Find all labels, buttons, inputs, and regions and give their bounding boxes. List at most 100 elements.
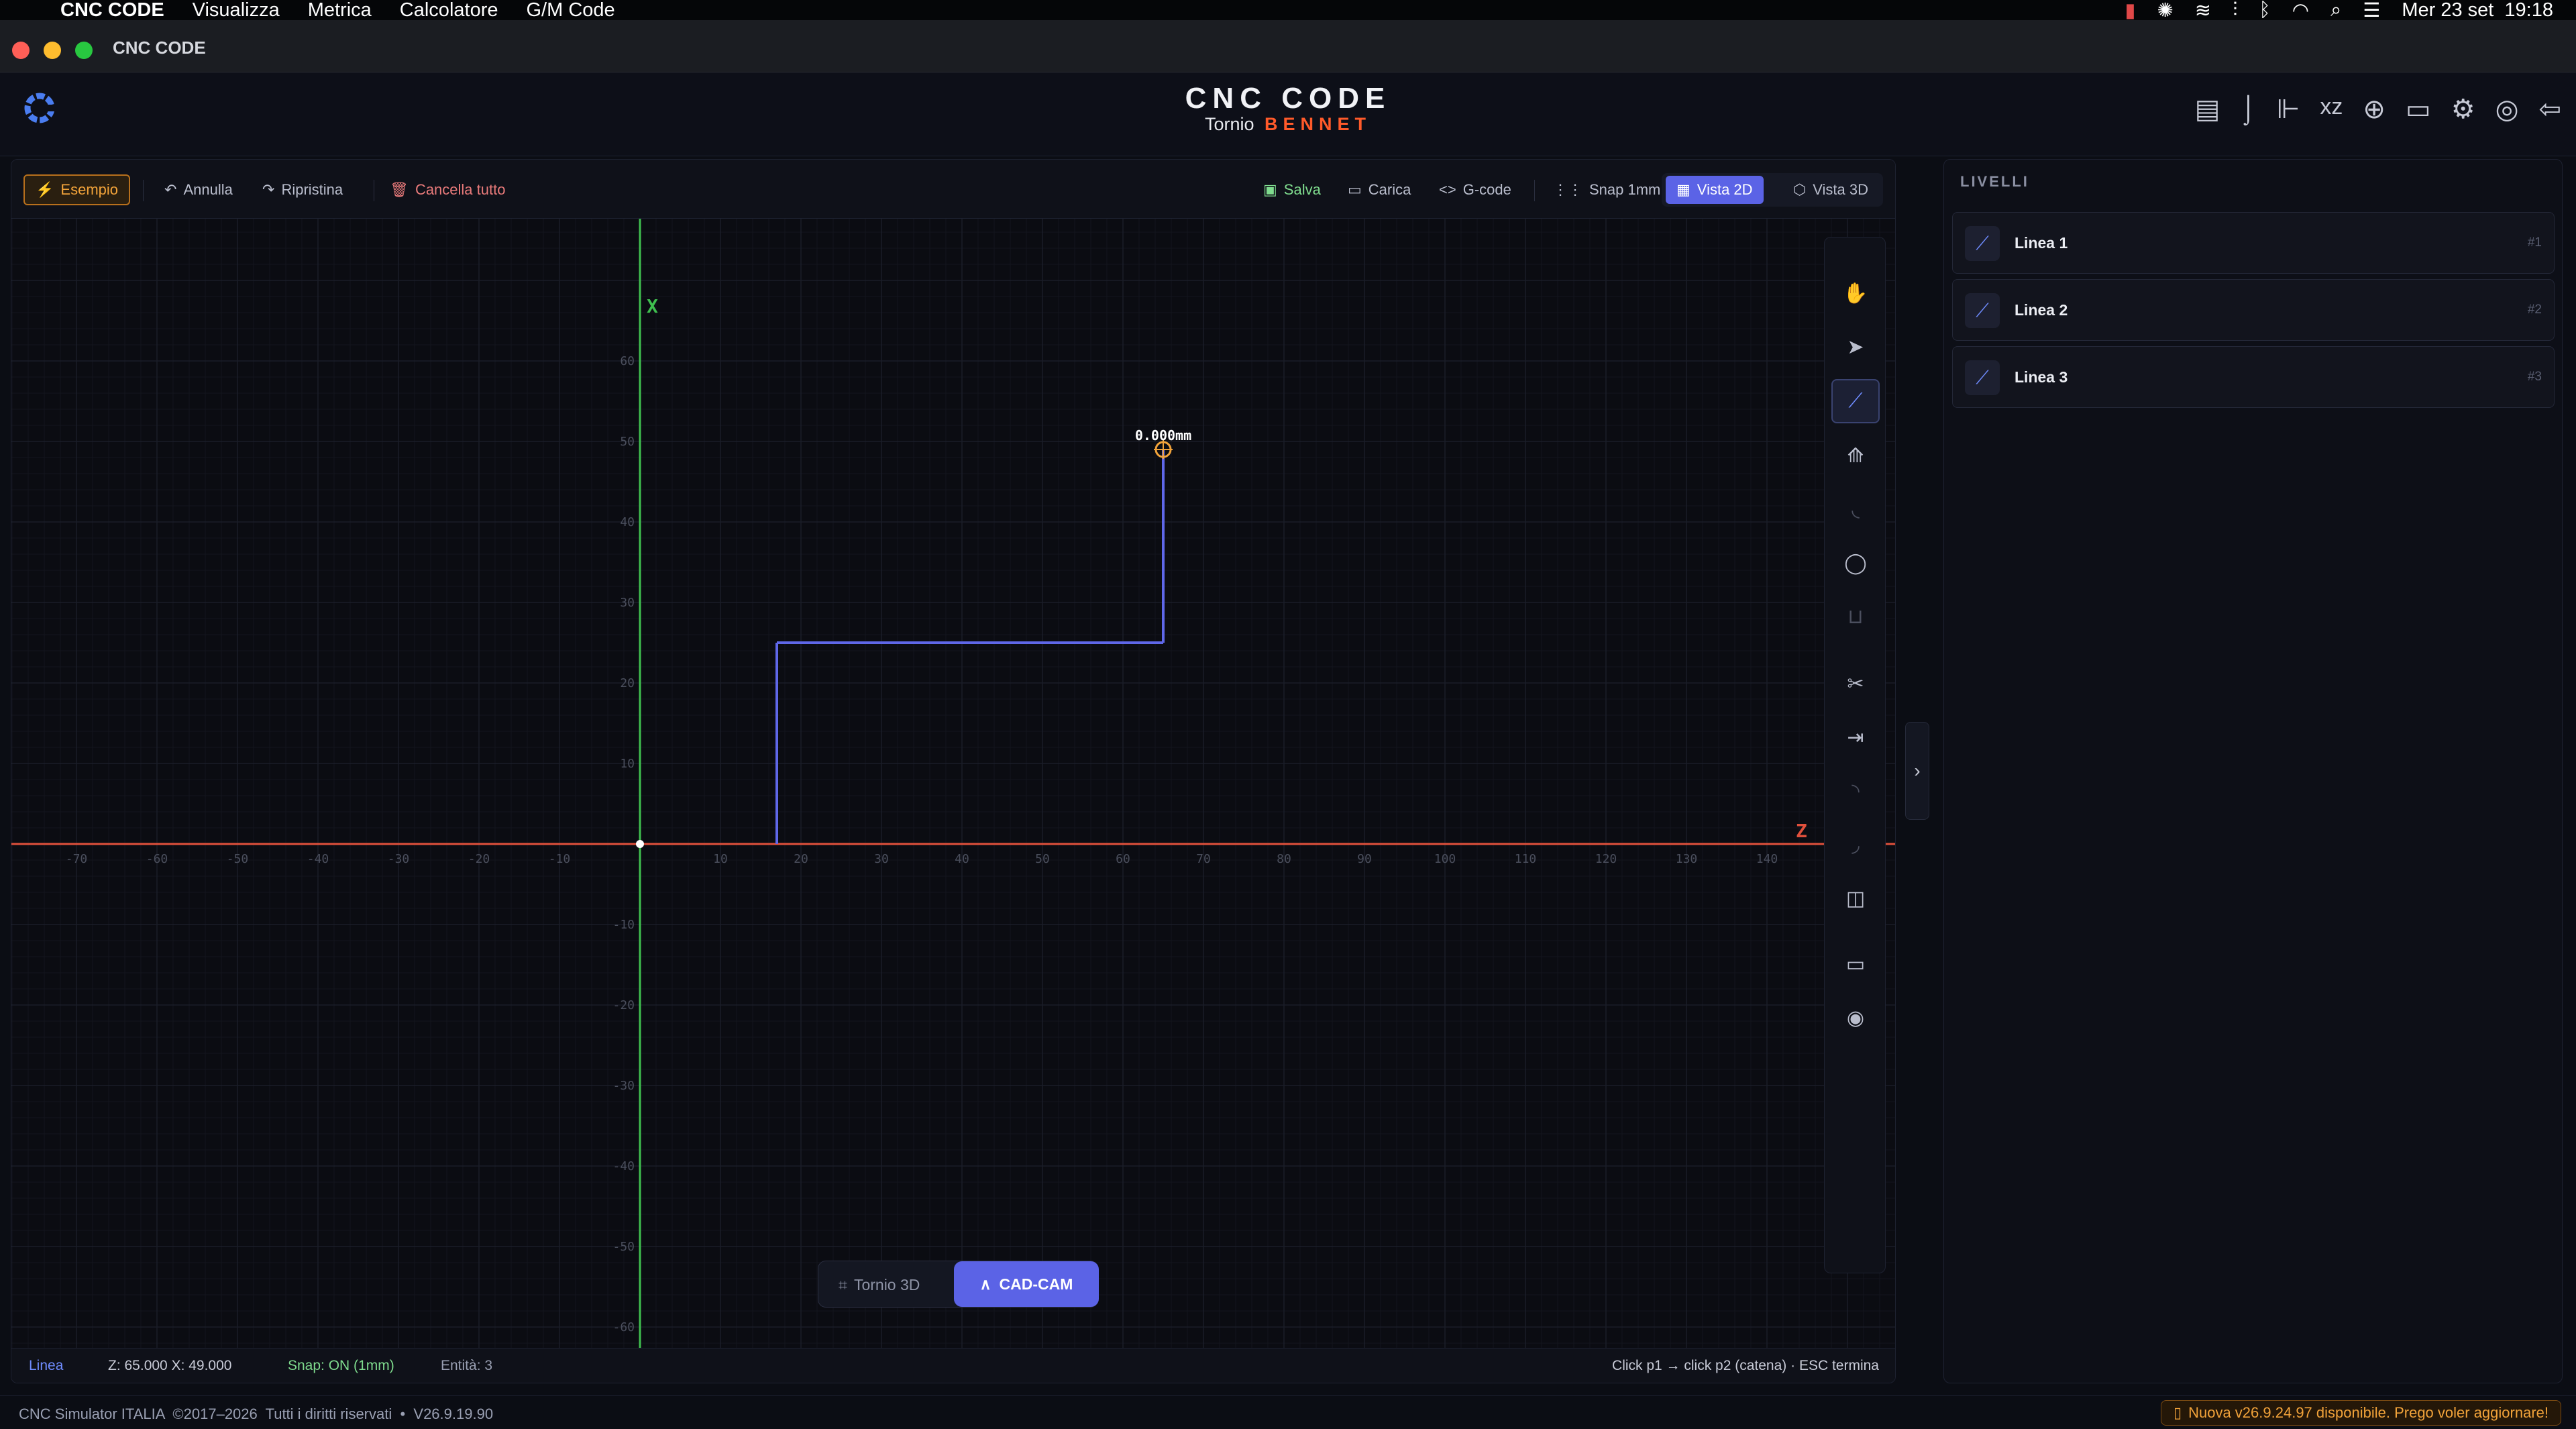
update-banner[interactable]: ▯ Nuova v26.9.24.97 disponibile. Prego vo… — [2160, 1400, 2561, 1426]
circle-tool-button[interactable]: ◯ — [1831, 541, 1880, 585]
z-tick-label: 100 — [1434, 852, 1456, 866]
save-button[interactable]: ▣ Salva — [1252, 174, 1332, 205]
extend-tool-button[interactable]: ⇥ — [1831, 715, 1880, 759]
layer-item[interactable]: ⟋ Linea 2 #2 — [1952, 279, 2555, 341]
z-tick-label: -50 — [227, 852, 249, 866]
settings-icon[interactable]: ⚙ — [2451, 94, 2475, 125]
logout-icon[interactable]: ⇦ — [2538, 94, 2561, 125]
mirror-tool-button[interactable]: ◫ — [1831, 876, 1880, 920]
layer-item[interactable]: ⟋ Linea 3 #3 — [1952, 346, 2555, 408]
header-icons: ▤ ⌡ ⊩ xz ⊕ ▭ ⚙ ◎ ⇦ — [2195, 94, 2561, 125]
mirror-icon: ◫ — [1845, 887, 1866, 910]
arc-tool-button[interactable]: ◟ — [1831, 487, 1880, 531]
cad-canvas[interactable]: X Z -70 -60 -50 -40 -30 -20 -10 10 20 30 40 50 60 70 80 9… — [11, 219, 1896, 1349]
undo-button[interactable]: ↶ Annulla — [154, 174, 244, 205]
load-label: Carica — [1368, 181, 1411, 198]
chamfer-tool-button[interactable]: ◞ — [1831, 823, 1880, 867]
view-2d-label: Vista 2D — [1697, 181, 1753, 198]
select-tool-button[interactable]: ➤ — [1831, 325, 1880, 369]
z-tick-label: 50 — [1035, 852, 1050, 866]
polyline-tool-button[interactable]: ⟰ — [1831, 433, 1880, 478]
window-title: CNC CODE — [113, 38, 206, 58]
extend-icon: ⇥ — [1847, 726, 1864, 749]
x-tick-label: 40 — [620, 515, 635, 529]
measure-tool-button[interactable]: ▭ — [1831, 942, 1880, 986]
x-tick-label: -50 — [612, 1240, 635, 1254]
view-2d-button[interactable]: ▦ Vista 2D — [1666, 176, 1764, 204]
z-tick-label: 10 — [713, 852, 728, 866]
brightness-icon[interactable]: ✺ — [2157, 0, 2173, 22]
control-center-icon[interactable]: ☰ — [2363, 0, 2380, 22]
add-circle-icon[interactable]: ⊕ — [2363, 94, 2385, 125]
line-tool-tool-button[interactable]: ⟋ — [1831, 379, 1880, 423]
example-button[interactable]: ⚡ Esempio — [23, 174, 130, 205]
zoom-window-button[interactable] — [75, 42, 93, 59]
pan-tool-button[interactable]: ✋ — [1831, 271, 1880, 315]
redo-button[interactable]: ↷ Ripristina — [252, 174, 354, 205]
measure-icon: ▭ — [1845, 953, 1866, 975]
snap-label: Snap 1mm — [1589, 181, 1661, 198]
z-tick-label: 40 — [955, 852, 969, 866]
status-bar: Linea Z: 65.000 X: 49.000 Snap: ON (1mm)… — [11, 1348, 1895, 1383]
clear-all-button[interactable]: 🗑 Cancella tutto — [379, 174, 516, 205]
menu-gm-code[interactable]: G/M Code — [526, 0, 614, 21]
menu-app-name[interactable]: CNC CODE — [60, 0, 164, 21]
z-tick-label: -70 — [66, 852, 88, 866]
lathe-3d-label: Tornio 3D — [853, 1275, 920, 1293]
folder-open-icon: ▭ — [1348, 181, 1362, 198]
x-tick-label: 10 — [620, 757, 635, 771]
x-tick-label: 50 — [620, 435, 635, 449]
line-layer-icon: ⟋ — [1965, 293, 2000, 328]
waves-icon[interactable]: ≋ — [2195, 0, 2211, 22]
status-tool: Linea — [29, 1358, 64, 1373]
menu-calcolatore[interactable]: Calcolatore — [400, 0, 498, 21]
z-tick-label: 110 — [1515, 852, 1537, 866]
scan-icon: ⌗ — [839, 1275, 847, 1293]
levels-title: LIVELLI — [1960, 173, 2029, 190]
search-icon[interactable]: ⌕ — [2330, 0, 2341, 21]
cad-toolbar: ⚡ Esempio ↶ Annulla ↷ Ripristina 🗑 Cancella … — [11, 160, 1895, 219]
circle-icon: ◯ — [1844, 551, 1867, 574]
xz-icon[interactable]: xz — [2320, 94, 2343, 125]
status-app-icon[interactable]: ▮ — [2125, 0, 2135, 22]
trim-tool-button[interactable]: ✂ — [1831, 661, 1880, 706]
menu-metrica[interactable]: Metrica — [308, 0, 372, 21]
toolbar-divider — [143, 180, 144, 201]
bluetooth-icon[interactable]: ᛒ — [2259, 0, 2270, 21]
folder-icon[interactable]: ▭ — [2406, 94, 2431, 125]
gcode-button[interactable]: <> G-code — [1428, 174, 1522, 205]
layer-label: Linea 1 — [2015, 234, 2068, 252]
layer-number: #1 — [2527, 235, 2542, 250]
machine-icon[interactable]: ▤ — [2195, 94, 2220, 125]
minimize-window-button[interactable] — [44, 42, 61, 59]
window-titlebar: CNC CODE — [0, 20, 2576, 72]
z-tick-label: 70 — [1196, 852, 1211, 866]
pan-icon: ✋ — [1843, 282, 1868, 305]
controls-icon[interactable]: ⫶ — [2233, 0, 2237, 21]
snap-button[interactable]: ⋮⋮ Snap 1mm — [1542, 174, 1671, 205]
z-tick-label: 120 — [1595, 852, 1617, 866]
robot-icon[interactable]: ◎ — [2496, 94, 2519, 125]
z-tick-label: -30 — [388, 852, 410, 866]
chevron-right-icon: › — [1914, 760, 1921, 781]
wifi-icon[interactable]: ◠ — [2292, 0, 2309, 22]
clock[interactable]: Mer 23 set 19:18 — [2402, 0, 2553, 21]
rectangle-tool-button[interactable]: ⊔ — [1831, 594, 1880, 639]
menu-visualizza[interactable]: Visualizza — [193, 0, 280, 21]
load-button[interactable]: ▭ Carica — [1337, 174, 1421, 205]
lathe-3d-button[interactable]: ⌗ Tornio 3D — [828, 1268, 930, 1302]
close-window-button[interactable] — [12, 42, 30, 59]
cadcam-button[interactable]: ∧ CAD-CAM — [954, 1261, 1099, 1307]
lathe-icon[interactable]: ⊩ — [2277, 94, 2300, 125]
save-label: Salva — [1283, 181, 1321, 198]
brand-subtitle-bennet: BENNET — [1265, 114, 1372, 134]
view-3d-button[interactable]: ⬡ Vista 3D — [1782, 176, 1879, 204]
rectangle-icon: ⊔ — [1847, 605, 1864, 628]
collapse-handle[interactable]: › — [1905, 722, 1929, 820]
tool-icon[interactable]: ⌡ — [2240, 94, 2256, 125]
x-tick-label: -30 — [612, 1079, 635, 1093]
layer-item[interactable]: ⟋ Linea 1 #1 — [1952, 212, 2555, 274]
fillet-tool-button[interactable]: ◝ — [1831, 769, 1880, 813]
trash-icon: 🗑 — [390, 181, 409, 198]
target-tool-button[interactable]: ◉ — [1831, 996, 1880, 1040]
